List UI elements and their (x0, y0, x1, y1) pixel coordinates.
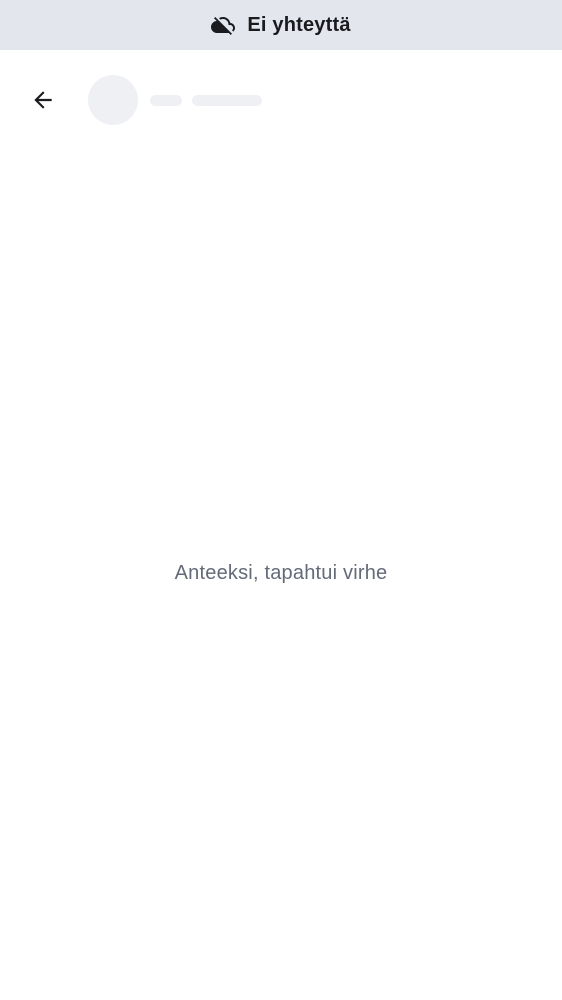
conversation-screen: Ei yhteyttä Anteeksi, tapahtui virhe (0, 0, 562, 1000)
offline-label: Ei yhteyttä (247, 13, 351, 36)
offline-banner: Ei yhteyttä (0, 0, 562, 50)
arrow-left-icon (30, 87, 56, 113)
avatar-placeholder (88, 75, 138, 125)
title-placeholder-short (150, 95, 182, 106)
cloud-off-icon (211, 13, 236, 37)
conversation-header (0, 50, 562, 150)
title-placeholder-long (192, 95, 262, 106)
error-message: Anteeksi, tapahtui virhe (174, 562, 388, 584)
back-button[interactable] (18, 75, 68, 125)
